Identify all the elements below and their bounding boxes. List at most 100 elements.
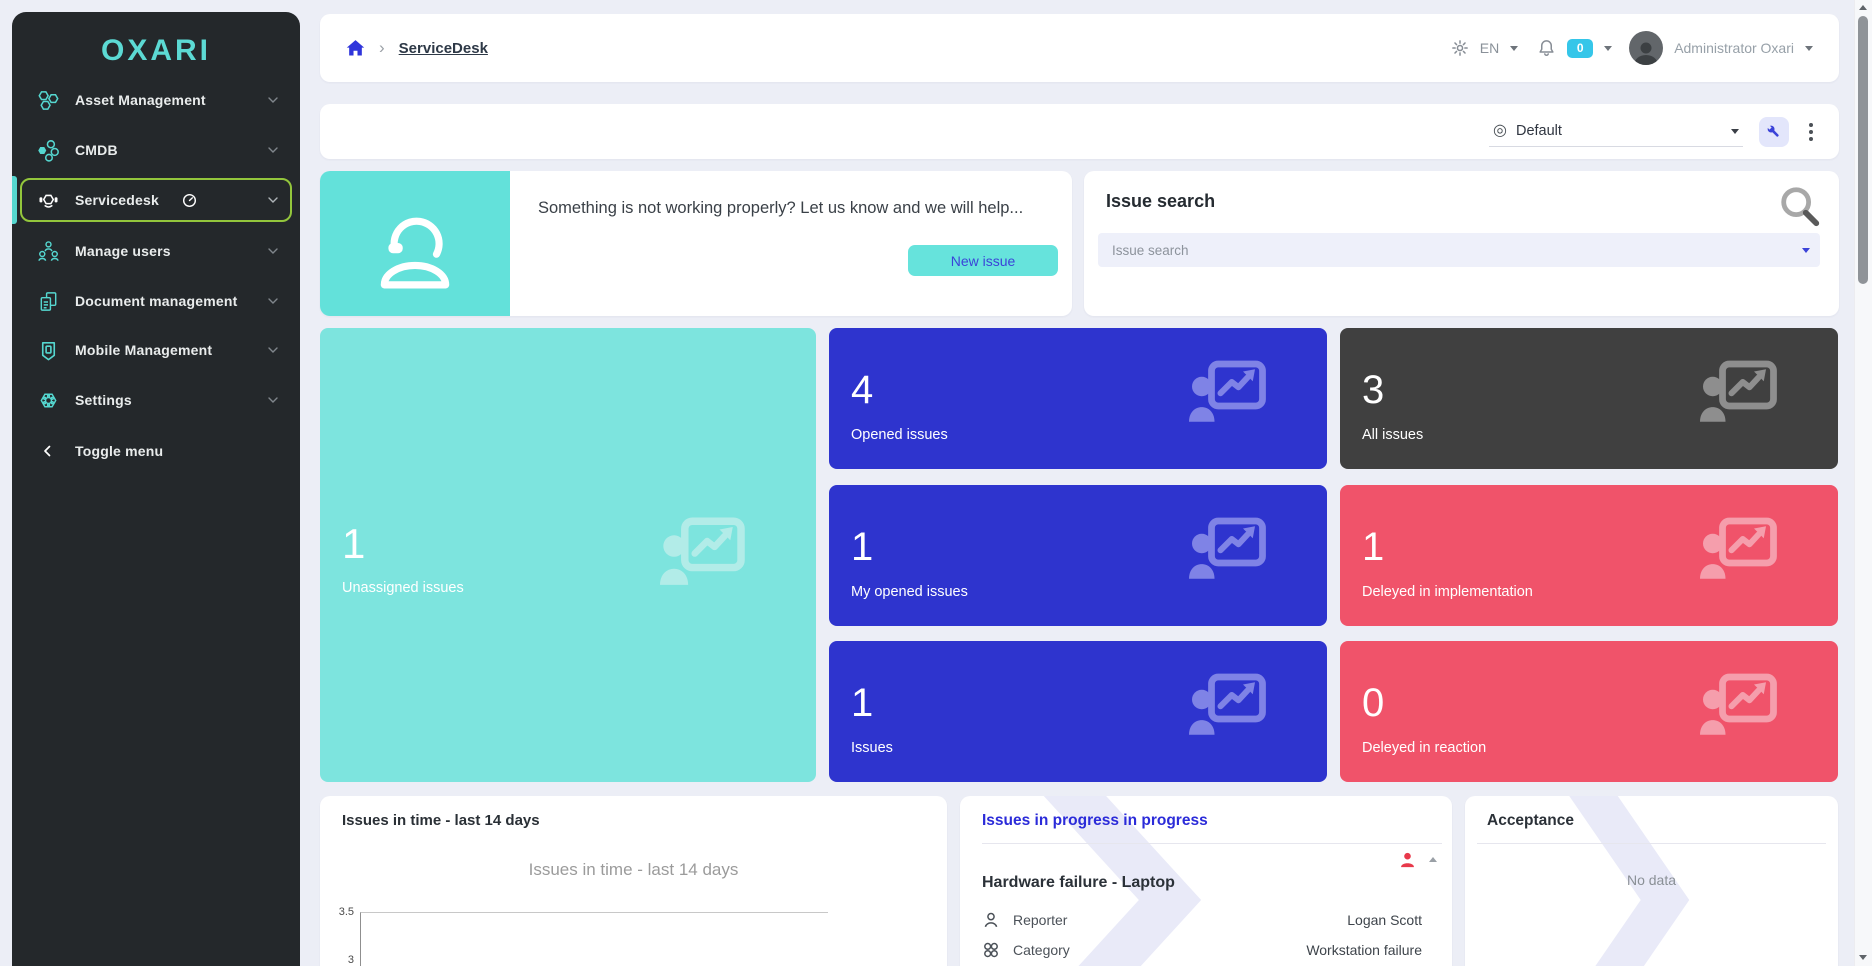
tile-label: Issues (851, 740, 893, 756)
sidebar-item-label: Manage users (75, 243, 171, 259)
field-label: Reporter (1013, 912, 1067, 928)
user-menu[interactable]: Administrator Oxari (1674, 40, 1794, 56)
helper-message: Something is not working properly? Let u… (538, 199, 1072, 218)
person-presentation-icon (660, 516, 746, 586)
kebab-menu-icon[interactable] (1805, 119, 1817, 145)
tablet-icon (36, 339, 60, 362)
search-icon (1777, 183, 1823, 234)
tile-delayed-in-implementation[interactable]: 1 Deleyed in implementation (1340, 485, 1838, 626)
sidebar-item-label: Asset Management (75, 92, 206, 108)
chevron-down-icon (268, 147, 278, 153)
person-presentation-icon (1700, 673, 1778, 735)
tile-value: 1 (342, 520, 365, 568)
scrollbar-thumb[interactable] (1858, 16, 1868, 284)
divider (1477, 843, 1826, 844)
person-presentation-icon (1700, 517, 1778, 579)
tile-opened-issues[interactable]: 4 Opened issues (829, 328, 1327, 469)
issues-in-time-card: Issues in time - last 14 days Issues in … (320, 796, 947, 966)
sidebar-item-label: Mobile Management (75, 342, 212, 358)
toggle-menu-label: Toggle menu (75, 443, 163, 459)
sidebar-item-document-management[interactable]: Document management (22, 279, 290, 323)
no-data-text: No data (1465, 872, 1838, 888)
field-label: Category (1013, 942, 1070, 958)
acceptance-card: Acceptance No data (1465, 796, 1838, 966)
issue-field-row: Category Workstation failure (982, 938, 1422, 962)
chart-title: Issues in time - last 14 days (320, 860, 947, 880)
bell-icon[interactable] (1537, 38, 1556, 58)
app-window: OXARI Asset Management CMDB (0, 0, 1872, 966)
y-axis-tick: 3.5 (326, 906, 354, 918)
issue-search-card: Issue search (1084, 171, 1839, 316)
page-scrollbar[interactable] (1854, 0, 1872, 966)
tile-label: Opened issues (851, 427, 948, 443)
tile-unassigned-issues[interactable]: 1 Unassigned issues (320, 328, 816, 782)
view-select-value: Default (1516, 123, 1562, 139)
wrench-icon (1765, 123, 1783, 141)
configure-dashboard-button[interactable] (1759, 117, 1789, 147)
sidebar-item-label: Document management (75, 293, 238, 309)
field-value: Workstation failure (1306, 942, 1422, 958)
tile-label: Deleyed in reaction (1362, 740, 1486, 756)
tile-issues[interactable]: 1 Issues (829, 641, 1327, 782)
chevron-down-icon (268, 397, 278, 403)
language-selector[interactable]: EN (1480, 40, 1499, 56)
category-circles-icon (982, 941, 1000, 959)
sidebar-item-servicedesk[interactable]: Servicedesk (20, 178, 292, 222)
oxari-logo: OXARI (12, 34, 300, 68)
tile-value: 3 (1362, 368, 1384, 413)
settings-gear-icon[interactable] (1451, 39, 1469, 57)
hexagon-cluster-icon (36, 89, 60, 112)
headset-icon (36, 189, 60, 212)
gauge-icon (182, 193, 197, 208)
sidebar-item-mobile-management[interactable]: Mobile Management (22, 328, 290, 372)
chevron-down-icon[interactable] (1802, 248, 1810, 253)
breadcrumb-separator: › (379, 38, 385, 58)
sidebar-item-manage-users[interactable]: Manage users (22, 229, 290, 273)
divider (982, 843, 1442, 844)
in-progress-title[interactable]: Issues in progress in progress (982, 812, 1208, 830)
chevron-down-icon (268, 347, 278, 353)
issue-field-row: Reporter Logan Scott (982, 908, 1422, 932)
dashboard-view-select[interactable]: ◎ Default (1489, 116, 1743, 147)
tile-value: 1 (851, 525, 873, 570)
assignee-person-icon[interactable] (1399, 851, 1416, 874)
scroll-up-arrow[interactable] (1859, 5, 1867, 10)
gear-hex-icon (36, 389, 60, 412)
avatar[interactable] (1629, 31, 1663, 65)
chevron-down-icon[interactable] (1510, 46, 1518, 51)
users-group-icon (36, 240, 60, 263)
chevron-left-icon (36, 442, 60, 460)
person-outline-icon (982, 911, 1000, 929)
new-issue-helper-card: Something is not working properly? Let u… (320, 171, 1072, 316)
issue-title[interactable]: Hardware failure - Laptop (982, 874, 1175, 892)
toggle-menu-button[interactable]: Toggle menu (22, 429, 290, 473)
new-issue-button[interactable]: New issue (908, 245, 1058, 276)
person-presentation-icon (1189, 360, 1267, 422)
scroll-down-arrow[interactable] (1859, 955, 1867, 960)
breadcrumb-current-page[interactable]: ServiceDesk (399, 40, 488, 57)
chevron-down-icon[interactable] (1604, 46, 1612, 51)
person-presentation-icon (1189, 673, 1267, 735)
home-icon[interactable] (346, 39, 365, 57)
tile-delayed-in-reaction[interactable]: 0 Deleyed in reaction (1340, 641, 1838, 782)
tile-label: My opened issues (851, 584, 968, 600)
nodes-icon (36, 139, 60, 162)
support-agent-art (320, 171, 510, 316)
issue-search-field (1098, 233, 1820, 267)
chevron-down-icon (1731, 129, 1739, 134)
sidebar-item-cmdb[interactable]: CMDB (22, 128, 290, 172)
sidebar-item-label: Settings (75, 392, 132, 408)
sidebar-item-asset-management[interactable]: Asset Management (22, 78, 290, 122)
tile-value: 0 (1362, 681, 1384, 726)
line-chart-plot-area (360, 912, 828, 966)
sort-caret-icon[interactable] (1429, 857, 1437, 862)
tile-all-issues[interactable]: 3 All issues (1340, 328, 1838, 469)
issue-search-input[interactable] (1110, 242, 1794, 259)
chevron-down-icon (268, 197, 278, 203)
sidebar-item-settings[interactable]: Settings (22, 378, 290, 422)
chevron-down-icon (268, 248, 278, 254)
chevron-down-icon[interactable] (1805, 46, 1813, 51)
field-value: Logan Scott (1347, 912, 1422, 928)
tile-label: Unassigned issues (342, 580, 464, 596)
tile-my-opened-issues[interactable]: 1 My opened issues (829, 485, 1327, 626)
